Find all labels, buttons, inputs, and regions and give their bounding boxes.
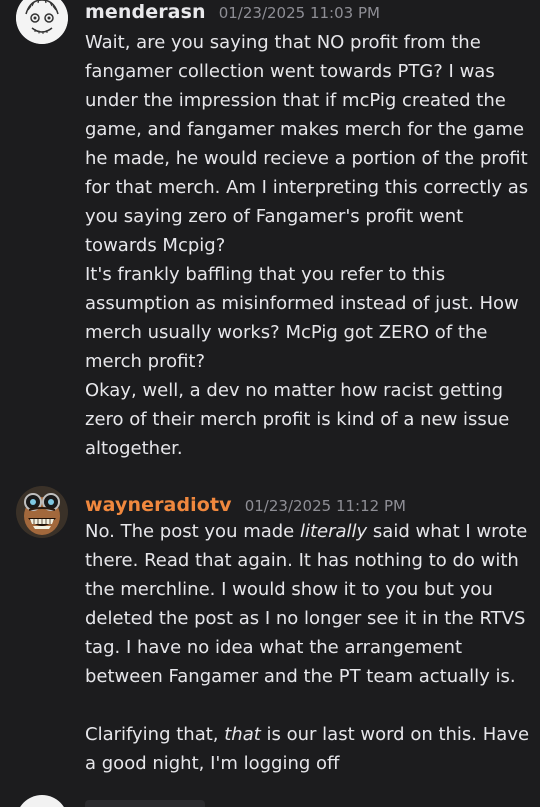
message-content: Wait, are you saying that NO profit from… xyxy=(85,28,530,463)
message-paragraph: Okay, well, a dev no matter how racist g… xyxy=(85,380,510,459)
chat-message-list: menderasn 01/23/2025 11:03 PM Wait, are … xyxy=(0,0,540,807)
sketch-face-avatar-icon[interactable] xyxy=(16,0,68,44)
username[interactable]: wayneradiotv xyxy=(85,494,232,516)
username[interactable]: menderasn xyxy=(85,1,206,23)
message-paragraph: Wait, are you saying that NO profit from… xyxy=(85,32,529,256)
message-paragraph: No. The post you made literally said wha… xyxy=(85,517,530,691)
message-paragraph: Clarifying that, that is our last word o… xyxy=(85,720,530,778)
emphasized-text: literally xyxy=(299,521,368,542)
next-message-avatar[interactable] xyxy=(16,795,68,807)
grinning-goggles-avatar-icon[interactable] xyxy=(16,486,68,538)
message-paragraph: It's frankly baffling that you refer to … xyxy=(85,264,519,372)
message-header: wayneradiotv 01/23/2025 11:12 PM xyxy=(85,494,406,516)
timestamp: 01/23/2025 11:03 PM xyxy=(218,4,380,22)
text-run: No. The post you made xyxy=(85,521,300,542)
text-run: Clarifying that, xyxy=(85,724,225,745)
timestamp: 01/23/2025 11:12 PM xyxy=(244,497,406,515)
text-run: said what I wrote there. Read that again… xyxy=(85,521,528,687)
message-header: menderasn 01/23/2025 11:03 PM xyxy=(85,1,380,23)
emphasized-text: that xyxy=(224,724,261,745)
next-message-header xyxy=(85,800,205,807)
message-content: No. The post you made literally said wha… xyxy=(85,517,530,778)
